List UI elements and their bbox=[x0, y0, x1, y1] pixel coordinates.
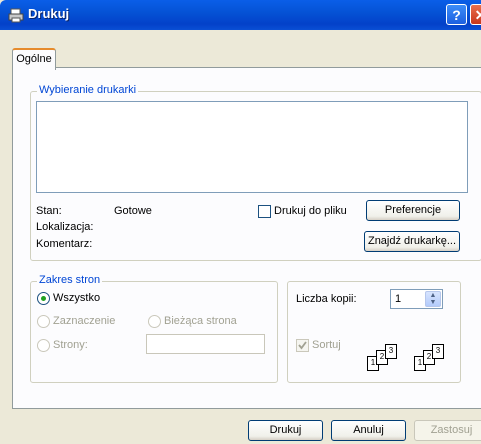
print-button-label: Drukuj bbox=[269, 424, 302, 436]
printer-selection-title: Wybieranie drukarki bbox=[37, 84, 139, 96]
print-button[interactable]: Drukuj bbox=[248, 420, 323, 441]
collate-page-3: 3 bbox=[432, 344, 444, 359]
radio-current-page-label[interactable]: Bieżąca strona bbox=[164, 315, 237, 327]
question-icon: ? bbox=[452, 7, 461, 23]
title-bar[interactable]: Drukuj ? ✕ bbox=[0, 0, 481, 30]
page-range-title: Zakres stron bbox=[37, 274, 103, 286]
preferences-button-label: Preferencje bbox=[384, 204, 442, 216]
radio-all-label[interactable]: Wszystko bbox=[53, 292, 100, 304]
radio-selected-dot bbox=[41, 296, 46, 301]
tab-general[interactable]: Ogólne bbox=[12, 48, 56, 70]
find-printer-button-label: Znajdź drukarkę... bbox=[367, 235, 457, 247]
apply-button[interactable]: Zastosuj bbox=[414, 420, 481, 441]
printer-list[interactable] bbox=[36, 101, 468, 193]
print-to-file-checkbox[interactable] bbox=[258, 205, 271, 218]
radio-pages[interactable] bbox=[37, 339, 50, 352]
cancel-button[interactable]: Anuluj bbox=[331, 420, 406, 441]
apply-button-label: Zastosuj bbox=[430, 424, 473, 436]
collate-page-3: 3 bbox=[385, 344, 397, 359]
location-label: Lokalizacja: bbox=[36, 221, 94, 233]
close-icon: ✕ bbox=[474, 7, 481, 23]
comment-label: Komentarz: bbox=[36, 238, 93, 250]
radio-selection-label[interactable]: Zaznaczenie bbox=[53, 315, 115, 327]
pages-input[interactable] bbox=[146, 334, 265, 354]
find-printer-button[interactable]: Znajdź drukarkę... bbox=[364, 231, 460, 252]
copies-count-value: 1 bbox=[395, 293, 402, 305]
preferences-button[interactable]: Preferencje bbox=[366, 200, 460, 221]
print-to-file-label[interactable]: Drukuj do pliku bbox=[274, 205, 347, 217]
radio-current-page[interactable] bbox=[148, 315, 161, 328]
collate-checkbox[interactable] bbox=[296, 339, 309, 352]
printer-icon bbox=[8, 8, 24, 23]
status-value: Gotowe bbox=[114, 205, 152, 217]
copies-spinner[interactable]: 1 ▲ ▼ bbox=[390, 289, 443, 309]
radio-all[interactable] bbox=[37, 292, 50, 305]
print-dialog: Drukuj ? ✕ Ogólne Wybieranie drukarki St… bbox=[0, 0, 481, 444]
cancel-button-label: Anuluj bbox=[353, 424, 384, 436]
radio-selection[interactable] bbox=[37, 315, 50, 328]
collate-label: Sortuj bbox=[312, 339, 341, 351]
copies-count-label: Liczba kopii: bbox=[296, 293, 357, 305]
collate-illustration-icon: 1 2 3 bbox=[414, 343, 458, 371]
help-button[interactable]: ? bbox=[446, 4, 467, 25]
checkmark-icon bbox=[298, 341, 307, 350]
collate-illustration-icon: 1 2 3 bbox=[367, 343, 411, 371]
spinner-arrows-icon[interactable]: ▲ ▼ bbox=[425, 291, 441, 307]
radio-pages-label[interactable]: Strony: bbox=[53, 339, 88, 351]
close-button[interactable]: ✕ bbox=[470, 4, 481, 25]
tab-general-label: Ogólne bbox=[16, 53, 52, 65]
window-title: Drukuj bbox=[28, 6, 70, 21]
status-label: Stan: bbox=[36, 205, 62, 217]
